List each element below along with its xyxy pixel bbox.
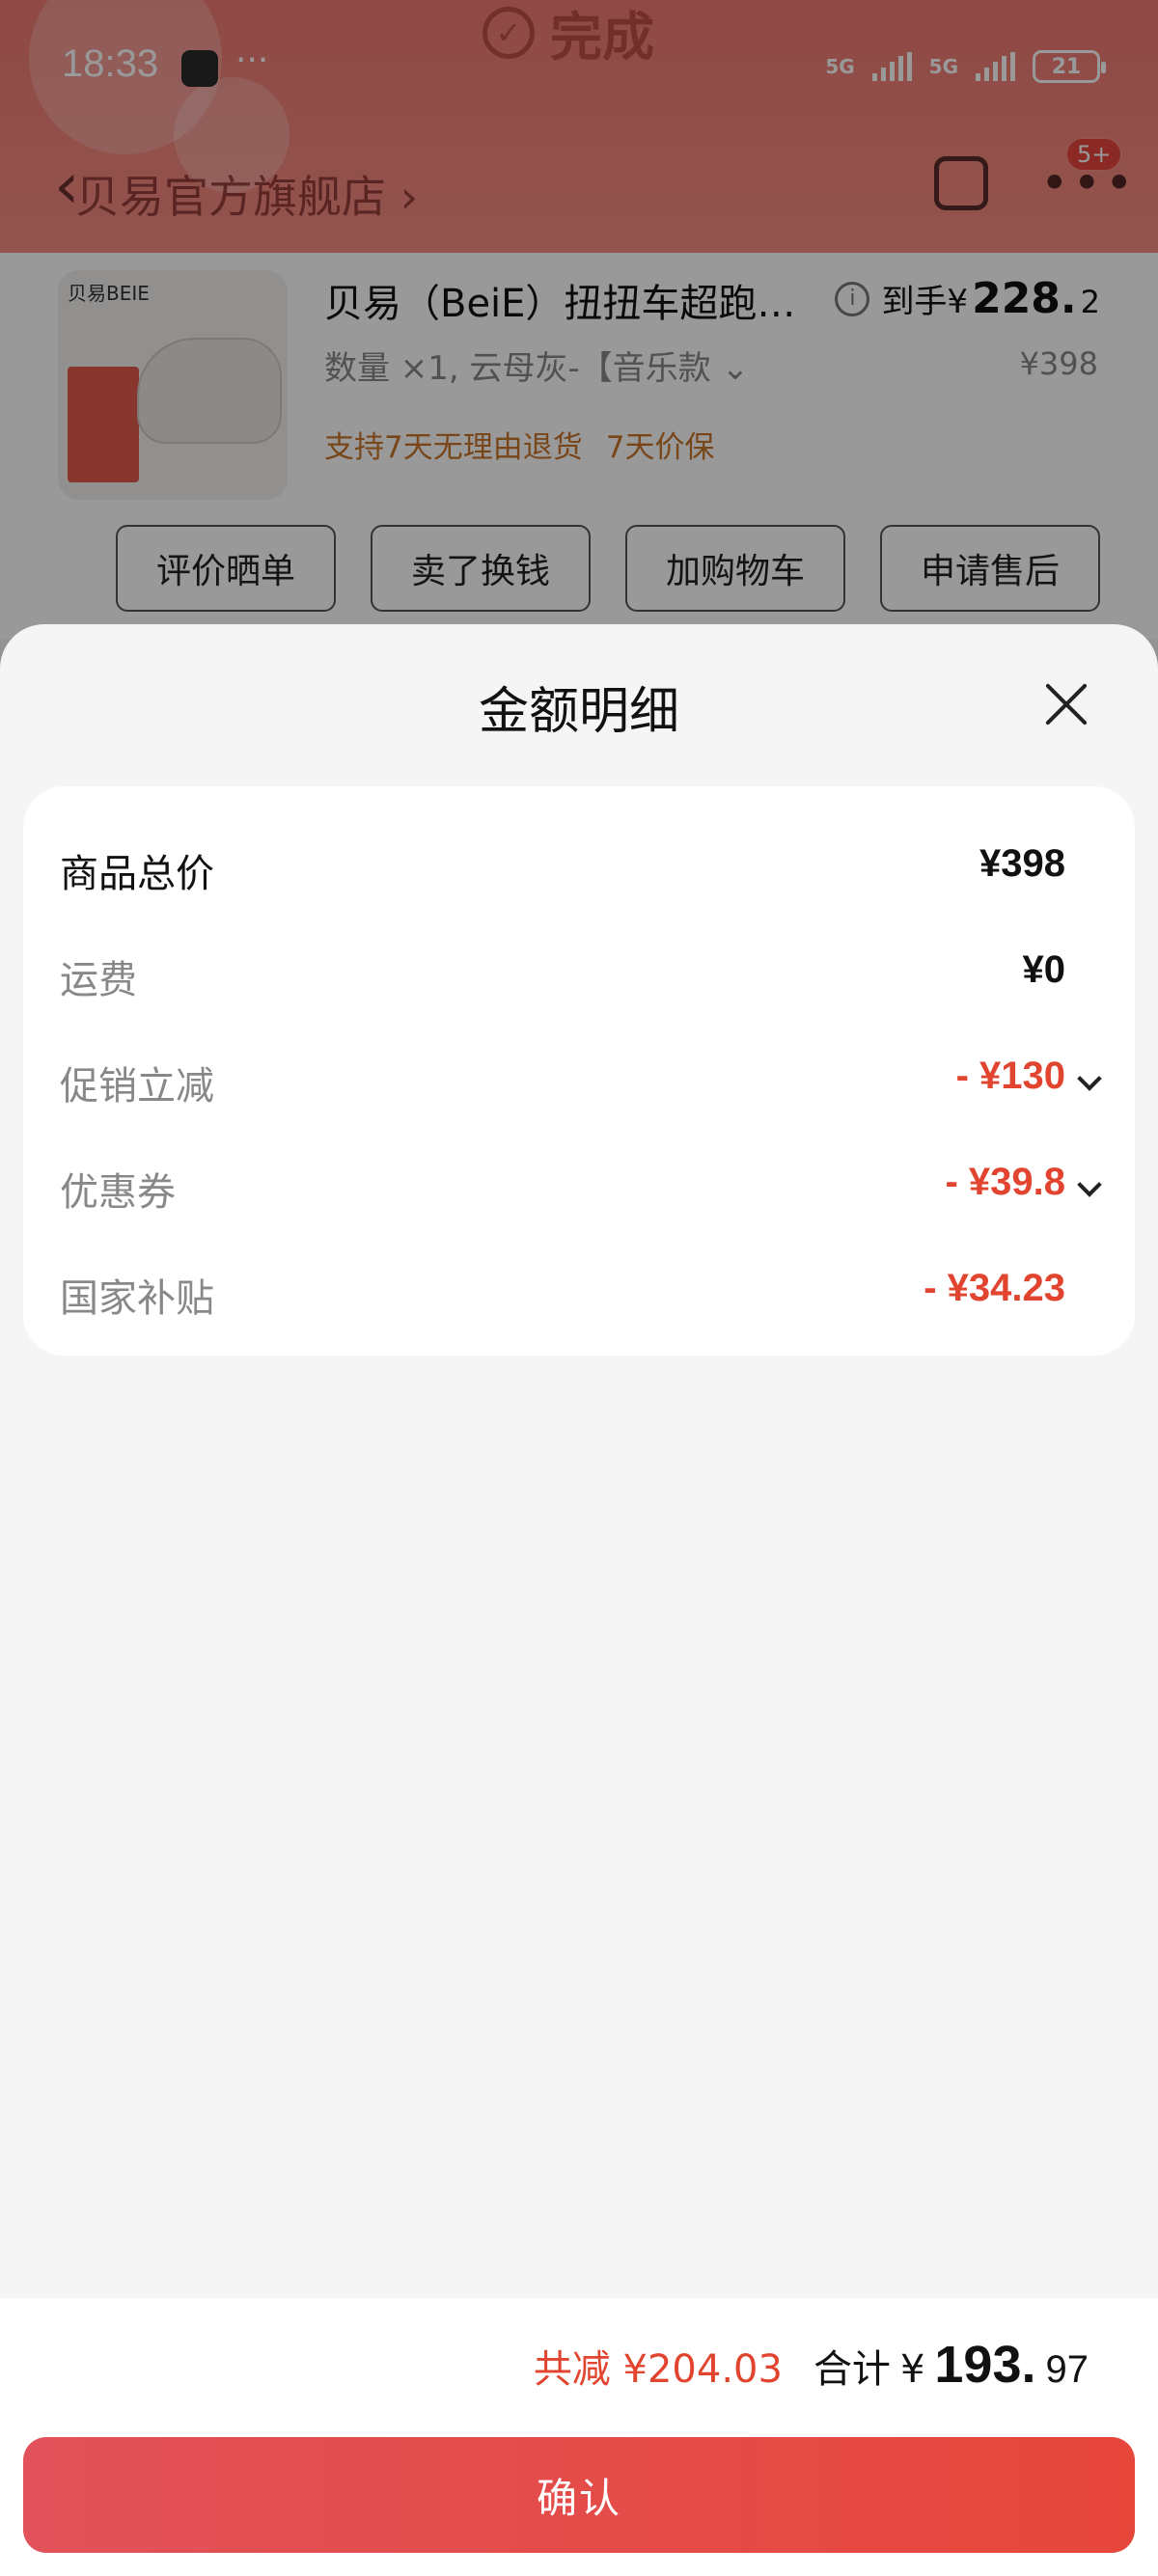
detail-row-coupon[interactable]: 优惠券 - ¥39.8 [23, 1147, 1135, 1224]
row-value: - ¥34.23 [924, 1267, 1065, 1309]
amount-detail-card: 商品总价 ¥398 运费 ¥0 促销立减 - ¥130 优惠券 - ¥39.8 … [23, 786, 1135, 1356]
total-label: 合计 [813, 2347, 891, 2392]
total-integer: 193. [934, 2336, 1036, 2394]
row-label: 促销立减 [60, 1064, 214, 1109]
row-label: 商品总价 [60, 852, 214, 896]
chevron-down-icon[interactable] [1077, 1172, 1102, 1197]
chevron-down-icon[interactable] [1077, 1066, 1102, 1091]
modal-overlay[interactable] [0, 0, 1158, 675]
row-label: 国家补贴 [60, 1276, 214, 1321]
sheet-title: 金额明细 [478, 683, 679, 741]
total-saved: 共减 ¥204.03 [533, 2347, 783, 2392]
row-value: - ¥130 [955, 1055, 1065, 1097]
detail-row-shipping: 运费 ¥0 [23, 935, 1135, 1012]
row-value: ¥0 [1022, 948, 1066, 991]
total-currency: ¥ [899, 2347, 925, 2392]
row-value: - ¥39.8 [945, 1161, 1065, 1203]
total-decimal: 97 [1045, 2348, 1089, 2391]
detail-row-subsidy: 国家补贴 - ¥34.23 [23, 1253, 1135, 1330]
row-label: 优惠券 [60, 1170, 176, 1215]
bottom-summary-bar: 共减 ¥204.03 合计 ¥ 193. 97 确认 [0, 2298, 1158, 2576]
row-value: ¥398 [979, 842, 1065, 885]
amount-detail-sheet: 金额明细 商品总价 ¥398 运费 ¥0 促销立减 - ¥130 优惠券 - ¥… [0, 624, 1158, 2576]
detail-row-promotion[interactable]: 促销立减 - ¥130 [23, 1041, 1135, 1118]
close-icon[interactable] [1044, 682, 1089, 726]
detail-row-subtotal: 商品总价 ¥398 [23, 829, 1135, 906]
confirm-button[interactable]: 确认 [23, 2437, 1135, 2553]
row-label: 运费 [60, 958, 137, 1002]
order-total: 共减 ¥204.03 合计 ¥ 193. 97 [534, 2335, 1089, 2395]
